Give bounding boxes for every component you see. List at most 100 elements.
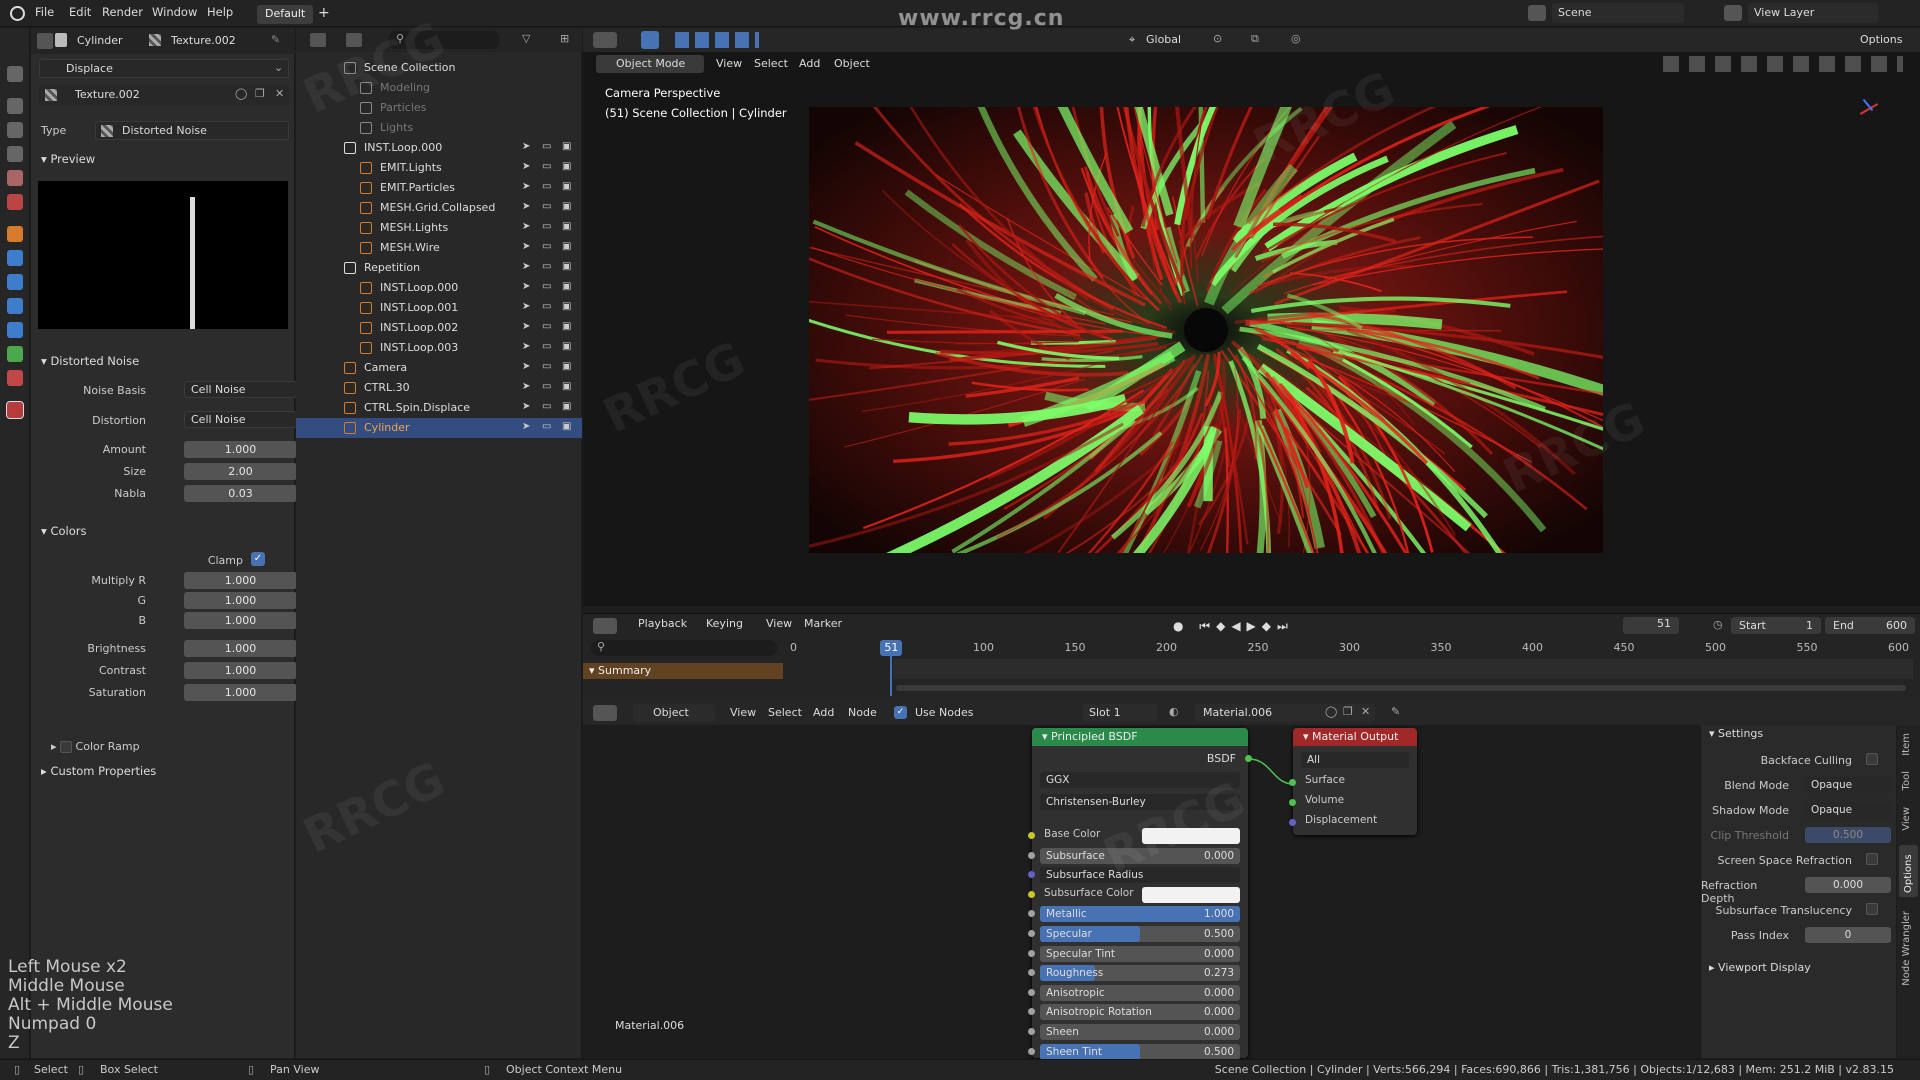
render-toggle-icon[interactable]: ▣ bbox=[562, 241, 571, 252]
orientation-dropdown[interactable]: Global bbox=[1146, 33, 1181, 46]
display-mode-icon[interactable] bbox=[346, 33, 362, 47]
settings-panel-header[interactable]: ▾ Settings bbox=[1709, 727, 1763, 740]
physics-tab-icon[interactable] bbox=[7, 298, 23, 314]
playhead[interactable]: 51 bbox=[880, 640, 903, 656]
output-tab-icon[interactable] bbox=[7, 122, 23, 138]
navigation-gizmo-icon[interactable] bbox=[1855, 94, 1881, 120]
hide-toggle-icon[interactable]: ▭ bbox=[542, 341, 551, 352]
pass-index-field[interactable]: 0 bbox=[1805, 927, 1891, 943]
outliner-row[interactable]: Modeling bbox=[296, 78, 582, 98]
blender-logo-icon[interactable] bbox=[10, 6, 25, 21]
colors-panel-header[interactable]: ▾ Colors bbox=[41, 524, 86, 538]
distorted-noise-panel-header[interactable]: ▾ Distorted Noise bbox=[41, 354, 139, 368]
select-toggle-icon[interactable]: ➤ bbox=[522, 161, 530, 172]
menu-render[interactable]: Render bbox=[102, 5, 143, 19]
scene-selector[interactable]: Scene bbox=[1552, 3, 1684, 23]
hide-toggle-icon[interactable]: ▭ bbox=[542, 141, 551, 152]
new-collection-icon[interactable]: ⊞ bbox=[560, 32, 569, 45]
outliner-row[interactable]: INST.Loop.002 ➤ ▭ ▣ bbox=[296, 318, 582, 338]
nabla-field[interactable]: 0.03 bbox=[184, 485, 297, 502]
clamp-checkbox[interactable]: ✓ bbox=[251, 552, 265, 566]
node-canvas[interactable]: ▾ Principled BSDF BSDF GGX Christensen-B… bbox=[583, 725, 1699, 1060]
render-toggle-icon[interactable]: ▣ bbox=[562, 401, 571, 412]
render-tab-icon[interactable] bbox=[7, 98, 23, 114]
snap-icon[interactable]: ⧉ bbox=[1251, 32, 1259, 46]
outliner-row[interactable]: MESH.Grid.Collapsed ➤ ▭ ▣ bbox=[296, 198, 582, 218]
hide-toggle-icon[interactable]: ▭ bbox=[542, 201, 551, 212]
menu-window[interactable]: Window bbox=[152, 5, 197, 19]
render-toggle-icon[interactable]: ▣ bbox=[562, 281, 571, 292]
view-layer-selector[interactable]: View Layer bbox=[1748, 3, 1878, 23]
outliner-search-input[interactable]: ⚲ bbox=[388, 31, 500, 49]
pin-icon[interactable]: ✎ bbox=[271, 33, 280, 46]
select-toggle-icon[interactable]: ➤ bbox=[522, 321, 530, 332]
outliner-row[interactable]: Cylinder ➤ ▭ ▣ bbox=[296, 418, 582, 438]
subsurface-translucency-checkbox[interactable] bbox=[1866, 903, 1878, 915]
current-frame-field[interactable]: 51 bbox=[1623, 617, 1679, 634]
material-tab-icon[interactable] bbox=[7, 370, 23, 386]
outliner-row[interactable]: Particles bbox=[296, 98, 582, 118]
select-toggle-icon[interactable]: ➤ bbox=[522, 241, 530, 252]
menu-marker[interactable]: Marker bbox=[797, 615, 849, 633]
render-toggle-icon[interactable]: ▣ bbox=[562, 141, 571, 152]
menu-view[interactable]: View bbox=[709, 55, 749, 73]
particles-tab-icon[interactable] bbox=[7, 274, 23, 290]
select-toggle-icon[interactable]: ➤ bbox=[522, 421, 530, 432]
menu-help[interactable]: Help bbox=[207, 5, 233, 19]
outliner-row[interactable]: INST.Loop.001 ➤ ▭ ▣ bbox=[296, 298, 582, 318]
outliner-row[interactable]: MESH.Lights ➤ ▭ ▣ bbox=[296, 218, 582, 238]
menu-view[interactable]: View bbox=[759, 615, 799, 633]
fake-user-icon[interactable]: ◯ bbox=[1325, 705, 1337, 718]
frame-ruler[interactable]: 050100150200250300350400450500550600 bbox=[583, 640, 1920, 658]
multiply-g-field[interactable]: 1.000 bbox=[184, 592, 297, 609]
brightness-field[interactable]: 1.000 bbox=[184, 640, 297, 657]
texture-tab-icon[interactable] bbox=[6, 401, 24, 419]
render-toggle-icon[interactable]: ▣ bbox=[562, 181, 571, 192]
amount-field[interactable]: 1.000 bbox=[184, 441, 297, 458]
menu-file[interactable]: File bbox=[35, 5, 54, 19]
custom-properties-header[interactable]: ▸ Custom Properties bbox=[41, 764, 156, 778]
close-icon[interactable]: ✕ bbox=[1361, 705, 1370, 718]
menu-node[interactable]: Node bbox=[841, 704, 884, 722]
workspace-tab-default[interactable]: Default bbox=[257, 5, 314, 24]
render-toggle-icon[interactable]: ▣ bbox=[562, 381, 571, 392]
outliner-row[interactable]: EMIT.Lights ➤ ▭ ▣ bbox=[296, 158, 582, 178]
outliner-row[interactable]: MESH.Wire ➤ ▭ ▣ bbox=[296, 238, 582, 258]
render-toggle-icon[interactable]: ▣ bbox=[562, 201, 571, 212]
world-tab-icon[interactable] bbox=[7, 194, 23, 210]
contrast-field[interactable]: 1.000 bbox=[184, 662, 297, 679]
menu-keying[interactable]: Keying bbox=[699, 615, 750, 633]
shadow-mode-dropdown[interactable]: Opaque bbox=[1805, 802, 1891, 818]
texture-breadcrumb[interactable]: Texture.002 bbox=[171, 34, 236, 47]
close-icon[interactable]: ✕ bbox=[275, 87, 284, 100]
viewport-shading-icons[interactable] bbox=[1663, 56, 1903, 72]
mode-dropdown[interactable]: Object Mode bbox=[596, 55, 704, 73]
filter-icon[interactable]: ▽ bbox=[522, 32, 530, 45]
slot-dropdown[interactable]: Slot 1 bbox=[1083, 704, 1157, 722]
outliner-row[interactable]: INST.Loop.003 ➤ ▭ ▣ bbox=[296, 338, 582, 358]
duplicate-icon[interactable]: ❐ bbox=[1343, 705, 1353, 718]
constraints-tab-icon[interactable] bbox=[7, 322, 23, 338]
pin-icon[interactable]: ✎ bbox=[1391, 705, 1400, 718]
select-toggle-icon[interactable]: ➤ bbox=[522, 401, 530, 412]
data-tab-icon[interactable] bbox=[7, 346, 23, 362]
hide-toggle-icon[interactable]: ▭ bbox=[542, 321, 551, 332]
blend-mode-dropdown[interactable]: Opaque bbox=[1805, 777, 1891, 793]
object-tab-icon[interactable] bbox=[7, 226, 23, 242]
fake-user-icon[interactable]: ◯ bbox=[235, 87, 247, 100]
refraction-depth-field[interactable]: 0.000 bbox=[1805, 877, 1891, 893]
render-toggle-icon[interactable]: ▣ bbox=[562, 321, 571, 332]
select-toggle-icon[interactable]: ➤ bbox=[522, 381, 530, 392]
preview-panel-header[interactable]: ▾ Preview bbox=[41, 152, 95, 166]
render-toggle-icon[interactable]: ▣ bbox=[562, 261, 571, 272]
tab-node-wrangler[interactable]: Node Wrangler bbox=[1901, 911, 1912, 986]
menu-playback[interactable]: Playback bbox=[631, 615, 694, 633]
hide-toggle-icon[interactable]: ▭ bbox=[542, 161, 551, 172]
hide-toggle-icon[interactable]: ▭ bbox=[542, 241, 551, 252]
tab-item[interactable]: Item bbox=[1901, 733, 1912, 756]
start-frame-field[interactable]: Start 1 bbox=[1731, 617, 1821, 634]
tool-tab-icon[interactable] bbox=[7, 66, 23, 82]
shader-type-dropdown[interactable]: Object bbox=[633, 704, 715, 722]
select-mode-icons[interactable] bbox=[675, 32, 759, 48]
menu-edit[interactable]: Edit bbox=[69, 5, 91, 19]
